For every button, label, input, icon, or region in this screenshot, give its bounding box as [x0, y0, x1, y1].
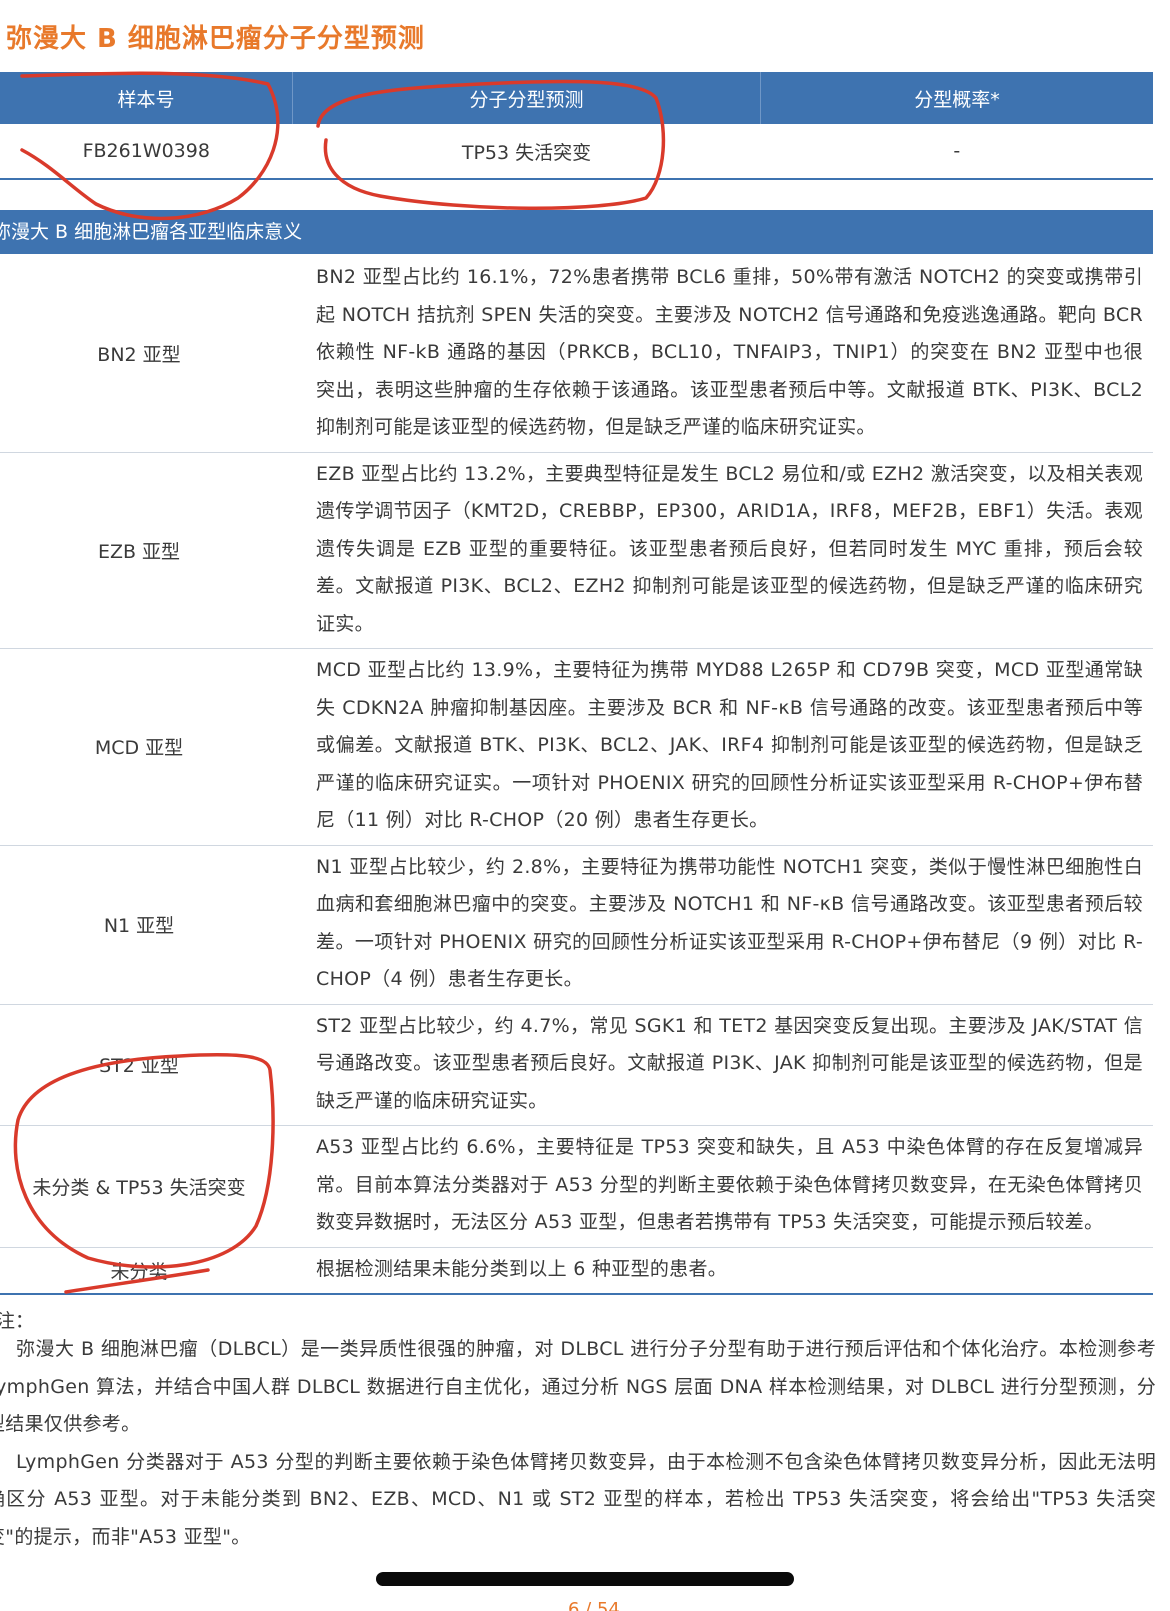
- header-subtype-prediction: 分子分型预测: [292, 72, 761, 124]
- note-paragraph: 弥漫大 B 细胞淋巴瘤（DLBCL）是一类异质性很强的肿瘤，对 DLBCL 进行…: [0, 1338, 1156, 1435]
- subtype-description: A53 亚型占比约 6.6%，主要特征是 TP53 突变和缺失，且 A53 中染…: [278, 1125, 1153, 1248]
- subtype-description: 根据检测结果未能分类到以上 6 种亚型的患者。: [278, 1247, 1153, 1295]
- subtype-table: BN2 亚型 BN2 亚型占比约 16.1%，72%患者携带 BCL6 重排，5…: [0, 256, 1153, 1295]
- table-row: EZB 亚型 EZB 亚型占比约 13.2%，主要典型特征是发生 BCL2 易位…: [0, 452, 1153, 649]
- header-sample-id: 样本号: [0, 72, 293, 124]
- table-row: 未分类 & TP53 失活突变 A53 亚型占比约 6.6%，主要特征是 TP5…: [0, 1125, 1153, 1248]
- subtype-description: EZB 亚型占比约 13.2%，主要典型特征是发生 BCL2 易位和/或 EZH…: [278, 452, 1153, 649]
- subtype-name: ST2 亚型: [0, 1004, 278, 1126]
- subtype-name: 未分类: [0, 1247, 278, 1295]
- sample-id-cell: FB261W0398: [0, 124, 293, 180]
- table-row: BN2 亚型 BN2 亚型占比约 16.1%，72%患者携带 BCL6 重排，5…: [0, 256, 1153, 453]
- subtype-description: N1 亚型占比较少，约 2.8%，主要特征为携带功能性 NOTCH1 突变，类似…: [278, 845, 1153, 1005]
- header-probability: 分型概率*: [760, 72, 1153, 124]
- subtype-prediction-cell: TP53 失活突变: [292, 124, 761, 180]
- subtype-name: BN2 亚型: [0, 256, 278, 453]
- subtype-name: EZB 亚型: [0, 452, 278, 649]
- subtype-description: MCD 亚型占比约 13.9%，主要特征为携带 MYD88 L265P 和 CD…: [278, 648, 1153, 846]
- subtype-name: N1 亚型: [0, 845, 278, 1005]
- summary-table: 样本号 分子分型预测 分型概率* FB261W0398 TP53 失活突变 -: [0, 72, 1153, 180]
- table-row: ST2 亚型 ST2 亚型占比较少，约 4.7%，常见 SGK1 和 TET2 …: [0, 1004, 1153, 1126]
- notes-section: 弥漫大 B 细胞淋巴瘤（DLBCL）是一类异质性很强的肿瘤，对 DLBCL 进行…: [0, 1331, 1156, 1556]
- table-row: MCD 亚型 MCD 亚型占比约 13.9%，主要特征为携带 MYD88 L26…: [0, 648, 1153, 846]
- page-title: 弥漫大 B 细胞淋巴瘤分子分型预测: [6, 24, 425, 54]
- notes-label: 注：: [0, 1310, 35, 1332]
- subtype-description: ST2 亚型占比较少，约 4.7%，常见 SGK1 和 TET2 基因突变反复出…: [278, 1004, 1153, 1126]
- home-indicator[interactable]: [376, 1572, 794, 1586]
- subtype-name: MCD 亚型: [0, 648, 278, 846]
- summary-header-row: 样本号 分子分型预测 分型概率*: [0, 72, 1153, 124]
- subtype-description: BN2 亚型占比约 16.1%，72%患者携带 BCL6 重排，50%带有激活 …: [278, 256, 1153, 453]
- note-paragraph: LymphGen 分类器对于 A53 分型的判断主要依赖于染色体臂拷贝数变异，由…: [0, 1450, 1156, 1548]
- table-row: 未分类 根据检测结果未能分类到以上 6 种亚型的患者。: [0, 1247, 1153, 1295]
- table-row: N1 亚型 N1 亚型占比较少，约 2.8%，主要特征为携带功能性 NOTCH1…: [0, 845, 1153, 1005]
- section-title: 弥漫大 B 细胞淋巴瘤各亚型临床意义: [0, 210, 1153, 254]
- summary-row: FB261W0398 TP53 失活突变 -: [0, 124, 1153, 180]
- subtype-name: 未分类 & TP53 失活突变: [0, 1125, 278, 1248]
- probability-cell: -: [760, 124, 1153, 180]
